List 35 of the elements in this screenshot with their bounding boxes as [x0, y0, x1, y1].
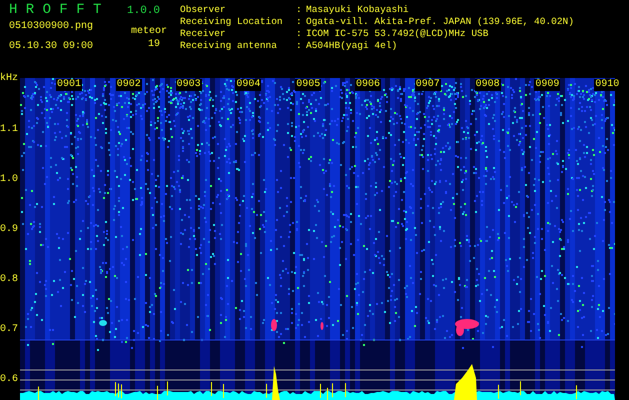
axis-label: 0.7 [0, 324, 18, 336]
field-label: Observer [180, 4, 227, 16]
time-label: 0908 [474, 79, 501, 91]
meteor-label: meteor [130, 26, 167, 38]
axis-label: 0.8 [0, 274, 18, 286]
time-label: 0903 [176, 79, 202, 91]
axis-label: 1.1 [0, 124, 18, 136]
axis-label: 0.9 [0, 224, 18, 236]
separator: : [296, 40, 303, 52]
separator: : [296, 4, 303, 16]
app-title: H R O F F T [9, 1, 102, 19]
time-label: 0901 [56, 79, 82, 91]
time-label: 0910 [594, 79, 620, 91]
timestamp: 05.10.30 09:00 [9, 40, 94, 52]
field-label: Receiving Location [180, 16, 284, 28]
field-value: A504HB(yagi 4el) [306, 40, 398, 52]
time-label: 0909 [534, 79, 560, 91]
time-label: 0907 [414, 79, 441, 91]
axis-label: 0.6 [0, 374, 18, 386]
field-label: Receiving antenna [180, 40, 278, 52]
file-name: 0510300900.png [9, 20, 94, 32]
field-label: Receiver [180, 28, 227, 40]
field-value: Ogata-vill. Akita-Pref. JAPAN (139.96E, 40.02N) [306, 16, 574, 28]
separator: : [296, 16, 303, 28]
time-label: 0905 [295, 79, 322, 91]
unit-label: kHz [0, 73, 18, 85]
version-label: 1.0.0 [127, 4, 160, 19]
axis-label: 1.0 [0, 174, 18, 186]
time-label: 0906 [355, 79, 382, 91]
field-value: Masayuki Kobayashi [306, 4, 409, 16]
separator: : [296, 28, 303, 40]
time-label: 0902 [116, 79, 142, 91]
time-label: 0904 [235, 79, 262, 91]
field-value: ICOM IC-575 53.7492(@LCD)MHz USB [306, 28, 488, 40]
meteor-count: 19 [148, 38, 160, 50]
